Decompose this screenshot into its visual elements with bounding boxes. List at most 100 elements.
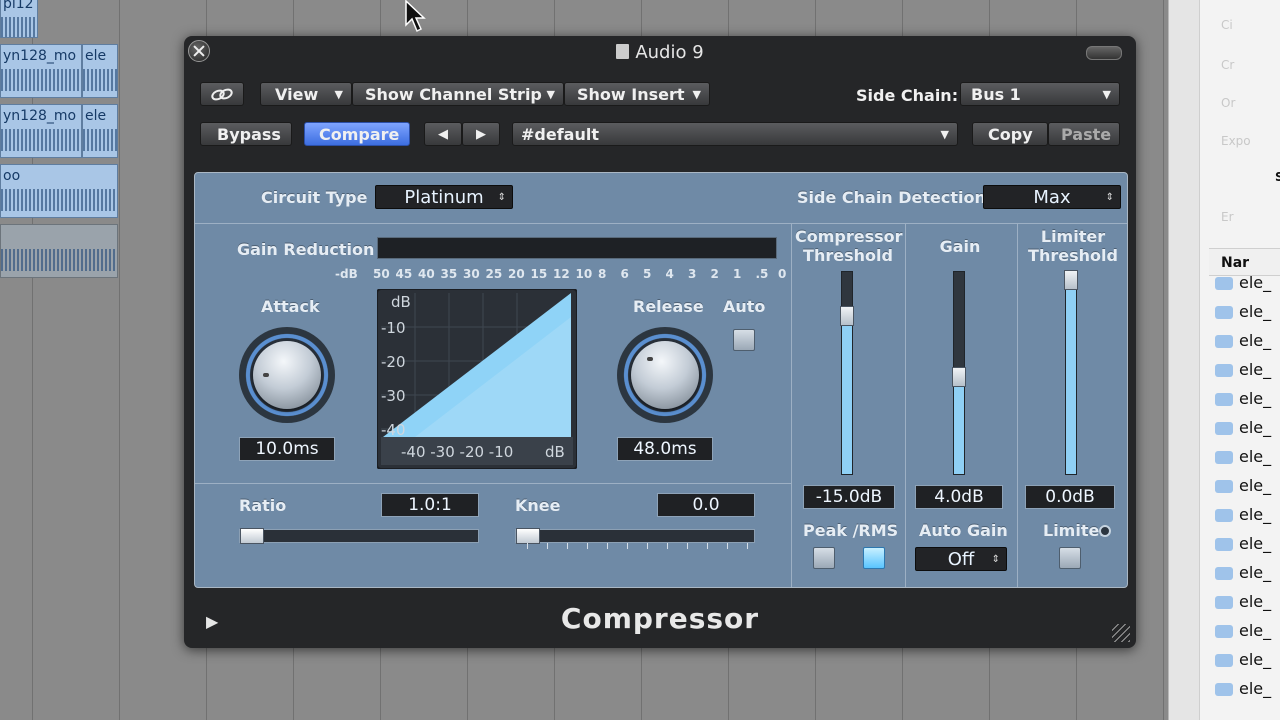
limiter-threshold-fader[interactable] — [1064, 270, 1078, 475]
audio-file-icon — [1215, 335, 1233, 348]
audio-region[interactable]: ele — [82, 104, 118, 158]
circuit-type-value: Platinum — [404, 187, 484, 208]
resize-grip-icon[interactable] — [1112, 624, 1130, 642]
audio-region[interactable]: ele — [82, 44, 118, 98]
gain-reduction-label: Gain Reduction — [237, 240, 375, 259]
slider-thumb[interactable] — [516, 528, 540, 544]
menu-item[interactable]: Ci — [1221, 18, 1233, 32]
list-item[interactable]: ele_ — [1209, 473, 1280, 502]
limiter-threshold-value-display[interactable]: 0.0dB — [1025, 485, 1115, 509]
knee-value-display[interactable]: 0.0 — [657, 493, 755, 517]
menu-item[interactable]: Er — [1221, 210, 1234, 224]
side-chain-select[interactable]: Bus 1 ▼ — [960, 82, 1120, 106]
list-item[interactable]: ele_ — [1209, 357, 1280, 386]
list-item[interactable]: ele_ — [1209, 299, 1280, 328]
compressor-threshold-fader[interactable] — [840, 271, 854, 475]
fader-thumb[interactable] — [952, 367, 966, 388]
audio-region[interactable]: oo — [0, 164, 118, 218]
release-knob[interactable] — [617, 327, 713, 423]
title-bar[interactable]: Audio 9 — [184, 36, 1136, 70]
fader-thumb[interactable] — [1064, 270, 1078, 290]
audio-file-icon — [1215, 393, 1233, 406]
list-item[interactable]: ele_ — [1209, 415, 1280, 444]
list-item[interactable]: ele_ — [1209, 676, 1280, 705]
fader-fill — [1066, 272, 1076, 474]
audio-file-icon — [1215, 364, 1233, 377]
attack-knob[interactable] — [239, 327, 335, 423]
list-item[interactable]: ele_ — [1209, 647, 1280, 676]
list-item[interactable]: ele_ — [1209, 444, 1280, 473]
zoom-button[interactable] — [1086, 46, 1122, 60]
limiter-checkbox[interactable] — [1059, 547, 1081, 569]
audio-file-icon — [1215, 654, 1233, 667]
file-name: ele_ — [1239, 331, 1272, 350]
list-item[interactable]: ele_ — [1209, 589, 1280, 618]
graph-x-ticks: -40 -30 -20 -10 — [401, 443, 514, 461]
compressor-threshold-value-display[interactable]: -15.0dB — [803, 485, 895, 509]
copy-label: Copy — [988, 125, 1033, 144]
paste-button[interactable]: Paste — [1048, 122, 1120, 146]
menu-item[interactable]: Expo — [1221, 134, 1251, 148]
preset-select[interactable]: #default ▼ — [512, 122, 958, 146]
list-item[interactable]: ele_ — [1209, 531, 1280, 560]
divider — [791, 223, 792, 587]
slider-thumb[interactable] — [240, 528, 264, 544]
tick-mark — [607, 543, 608, 549]
auto-gain-select[interactable]: Off ⇕ — [915, 547, 1007, 571]
show-channel-strip-button[interactable]: Show Channel Strip ▼ — [352, 82, 564, 106]
list-item[interactable]: ele_ — [1209, 386, 1280, 415]
compare-button[interactable]: Compare — [304, 122, 410, 146]
tick-mark — [727, 543, 728, 549]
gain-reduction-scale: -dB 50 45 40 35 30 25 20 15 12 10 8 6 5 4 3 2 1 .5 0 — [335, 267, 786, 281]
scale-label: 30 — [463, 267, 480, 281]
scale-label: -dB — [335, 267, 358, 281]
release-value-display[interactable]: 48.0ms — [617, 437, 713, 461]
audio-region[interactable]: yn128_mo — [0, 104, 82, 158]
audio-region[interactable] — [0, 224, 118, 278]
view-menu-button[interactable]: View ▼ — [260, 82, 352, 106]
plugin-name: Compressor — [560, 602, 760, 635]
side-chain-detection-select[interactable]: Max ⇕ — [983, 185, 1121, 209]
auto-release-checkbox[interactable] — [733, 329, 755, 351]
gain-fader[interactable] — [952, 271, 966, 475]
gain-value-display[interactable]: 4.0dB — [915, 485, 1003, 509]
copy-button[interactable]: Copy — [972, 122, 1048, 146]
list-item[interactable]: ele_ — [1209, 618, 1280, 647]
audio-file-icon — [1215, 422, 1233, 435]
ratio-label: Ratio — [239, 496, 287, 515]
peak-checkbox[interactable] — [813, 547, 835, 569]
rms-checkbox[interactable] — [863, 547, 885, 569]
file-name: ele_ — [1239, 476, 1272, 495]
menu-item[interactable]: Cr — [1221, 58, 1234, 72]
divider — [195, 483, 791, 484]
audio-file-icon — [1215, 538, 1233, 551]
list-item[interactable]: ele_ — [1209, 270, 1280, 299]
show-channel-strip-label: Show Channel Strip — [365, 85, 542, 104]
knob-cap — [631, 341, 699, 409]
menu-item[interactable]: S — [1275, 170, 1280, 184]
bypass-button[interactable]: Bypass — [200, 122, 292, 146]
audio-region[interactable]: yn128_mo — [0, 44, 82, 98]
next-preset-button[interactable]: ▶ — [462, 122, 500, 146]
updown-icon: ⇕ — [1105, 192, 1114, 203]
tick-mark — [567, 543, 568, 549]
peak-rms-label: Peak /RMS — [803, 521, 899, 540]
previous-preset-button[interactable]: ◀ — [424, 122, 462, 146]
file-name: ele_ — [1239, 302, 1272, 321]
menu-item[interactable]: Or — [1221, 96, 1235, 110]
circuit-type-select[interactable]: Platinum ⇕ — [375, 185, 513, 209]
audio-region[interactable]: pi12 — [0, 0, 38, 38]
list-item[interactable]: ele_ — [1209, 502, 1280, 531]
list-item[interactable]: ele_ — [1209, 560, 1280, 589]
ratio-slider[interactable] — [239, 528, 479, 544]
region-name: ele — [85, 108, 107, 124]
show-insert-button[interactable]: Show Insert ▼ — [564, 82, 710, 106]
fader-thumb[interactable] — [840, 306, 854, 327]
panel-divider — [1169, 0, 1200, 720]
ratio-value-display[interactable]: 1.0:1 — [381, 493, 479, 517]
knee-slider[interactable] — [515, 528, 755, 544]
attack-value-display[interactable]: 10.0ms — [239, 437, 335, 461]
list-item[interactable]: ele_ — [1209, 328, 1280, 357]
gain-reduction-meter — [377, 237, 777, 259]
link-button[interactable] — [200, 82, 244, 106]
